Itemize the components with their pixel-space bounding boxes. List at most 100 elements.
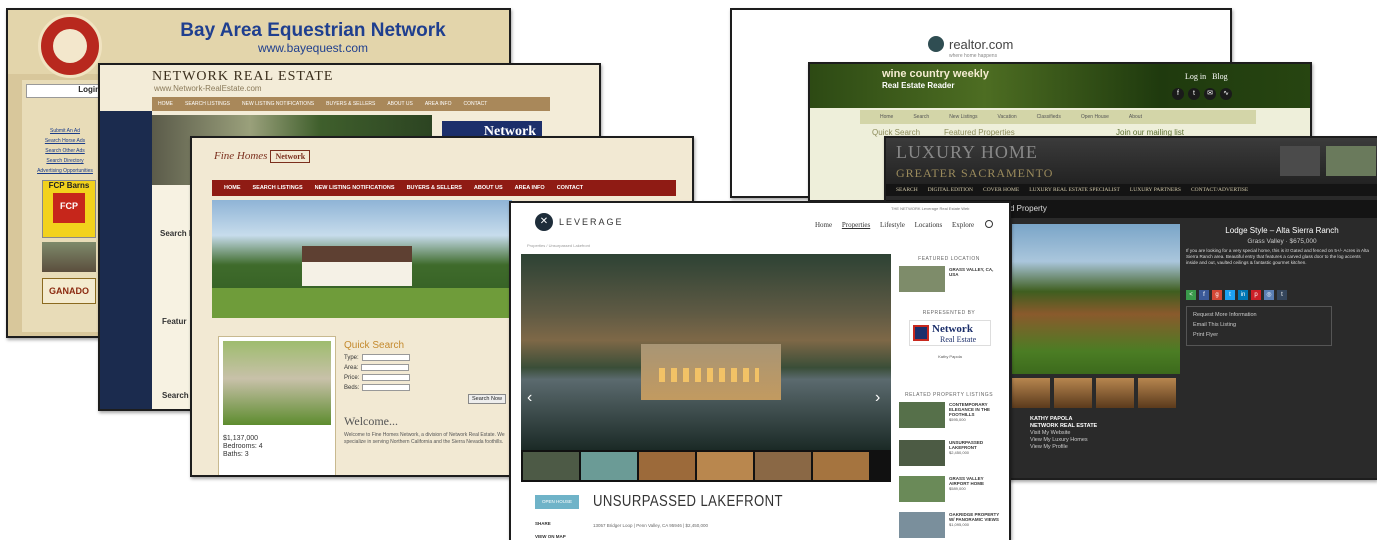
facebook-icon[interactable]: f xyxy=(1172,88,1184,100)
request-info-link[interactable]: Request More Information xyxy=(1193,310,1331,320)
chevron-right-icon[interactable]: › xyxy=(875,389,880,407)
thumbnail[interactable] xyxy=(1012,378,1050,408)
nav-item[interactable]: CONTACT xyxy=(545,180,583,191)
tumblr-icon[interactable]: t xyxy=(1277,290,1287,300)
thumbnail[interactable] xyxy=(639,452,695,480)
lodge-photo[interactable] xyxy=(1012,224,1180,374)
sidebar-link[interactable]: Advertising Opportunities xyxy=(28,168,102,174)
thumbnail[interactable] xyxy=(1096,378,1134,408)
related-thumb[interactable] xyxy=(899,512,945,538)
thumbnail[interactable] xyxy=(755,452,811,480)
login-button[interactable]: Login xyxy=(26,84,104,98)
nav-item[interactable]: Classifieds xyxy=(1017,110,1061,120)
sidebar-link[interactable]: Search Directory xyxy=(28,158,102,164)
thumbnail[interactable] xyxy=(523,452,579,480)
menu-item[interactable]: SEARCH xyxy=(886,184,918,193)
ad-fcp-barns[interactable]: FCP Barns FCP xyxy=(42,180,96,238)
agent-link[interactable]: View My Luxury Homes xyxy=(1030,437,1088,443)
featured-location-title[interactable]: GRASS VALLEY, CA, USA xyxy=(949,267,1003,277)
email-icon[interactable]: ✉ xyxy=(1204,88,1216,100)
ad-barn-image[interactable] xyxy=(42,242,96,272)
qs-type-select[interactable] xyxy=(361,354,410,361)
leverage-logo-icon[interactable]: ✕ xyxy=(535,213,553,231)
related-item[interactable]: UNSURPASSED LAKEFRONT $2,450,000 xyxy=(949,440,1003,455)
nav-lifestyle[interactable]: Lifestyle xyxy=(880,221,905,229)
print-flyer-link[interactable]: Print Flyer xyxy=(1193,330,1331,340)
nav-item[interactable]: ABOUT US xyxy=(462,180,503,191)
view-on-map-label[interactable]: VIEW ON MAP xyxy=(535,534,566,539)
related-item[interactable]: OAKRIDGE PROPERTY W/ PANORAMIC VIEWS $1,0… xyxy=(949,512,1003,527)
listing-card[interactable]: $1,137,000 Bedrooms: 4 Baths: 3 xyxy=(218,336,336,475)
nav-item[interactable]: AREA INFO xyxy=(503,180,545,191)
thumbnail[interactable] xyxy=(697,452,753,480)
qs-price-select[interactable] xyxy=(362,374,411,381)
agent-link[interactable]: View My Profile xyxy=(1030,444,1068,450)
email-listing-link[interactable]: Email This Listing xyxy=(1193,320,1331,330)
twitter-icon[interactable]: t xyxy=(1225,290,1235,300)
nav-item[interactable]: New Listings xyxy=(929,110,977,120)
rss-icon[interactable]: ∿ xyxy=(1220,88,1232,100)
nav-item[interactable]: NEW LISTING NOTIFICATIONS xyxy=(236,97,320,107)
login-link[interactable]: Log in xyxy=(1185,72,1206,81)
nav-item[interactable]: SEARCH LISTINGS xyxy=(241,180,303,191)
related-item[interactable]: GRASS VALLEY AIRPORT HOME $589,000 xyxy=(949,476,1003,491)
search-icon[interactable] xyxy=(985,220,993,228)
nav-item[interactable]: SEARCH LISTINGS xyxy=(179,97,236,107)
menu-item[interactable]: LUXURY REAL ESTATE SPECIALIST xyxy=(1019,184,1120,193)
nav-item[interactable]: HOME xyxy=(212,180,241,191)
pinterest-icon[interactable]: p xyxy=(1251,290,1261,300)
leverage-logo[interactable]: LEVERAGE xyxy=(559,217,624,227)
listing-photo[interactable] xyxy=(223,341,331,425)
twitter-icon[interactable]: t xyxy=(1188,88,1200,100)
agent-link[interactable]: Visit My Website xyxy=(1030,430,1070,436)
nav-item[interactable]: BUYERS & SELLERS xyxy=(395,180,462,191)
nav-item[interactable]: AREA INFO xyxy=(419,97,458,107)
menu-item[interactable]: LUXURY PARTNERS xyxy=(1120,184,1181,193)
nav-item[interactable]: Vacation xyxy=(978,110,1017,120)
sidebar-link[interactable]: Search Other Ads xyxy=(28,148,102,154)
realtor-logo[interactable]: realtor.com xyxy=(928,36,1013,52)
featured-location-image[interactable] xyxy=(899,266,945,292)
nav-explore[interactable]: Explore xyxy=(952,221,974,229)
instagram-icon[interactable]: ◎ xyxy=(1264,290,1274,300)
facebook-icon[interactable]: f xyxy=(1199,290,1209,300)
nav-item[interactable]: Search xyxy=(893,110,929,120)
related-item[interactable]: CONTEMPORARY ELEGANCE IN THE FOOTHILLS $5… xyxy=(949,402,1003,422)
chevron-left-icon[interactable]: ‹ xyxy=(527,389,532,407)
menu-item[interactable]: COVER HOME xyxy=(973,184,1019,193)
fine-homes-logo[interactable]: Fine Homes Network xyxy=(214,150,311,163)
qs-area-select[interactable] xyxy=(361,364,410,371)
sidebar-link[interactable]: Search Horse Ads xyxy=(28,138,102,144)
nav-item[interactable]: HOME xyxy=(152,97,179,107)
search-now-button[interactable]: Search Now xyxy=(468,394,506,404)
breadcrumb[interactable]: Properties / Unsurpassed Lakefront xyxy=(527,243,590,248)
share-icon[interactable]: < xyxy=(1186,290,1196,300)
linkedin-icon[interactable]: in xyxy=(1238,290,1248,300)
menu-item[interactable]: DIGITAL EDITION xyxy=(918,184,973,193)
nav-properties[interactable]: Properties xyxy=(842,221,870,229)
related-thumb[interactable] xyxy=(899,476,945,502)
site-url[interactable]: www.bayequest.com xyxy=(138,41,488,55)
thumbnail[interactable] xyxy=(1138,378,1176,408)
share-label[interactable]: SHARE xyxy=(535,521,551,526)
thumbnail[interactable] xyxy=(581,452,637,480)
nav-item[interactable]: Home xyxy=(860,110,893,120)
menu-item[interactable]: CONTACT/ADVERTISE xyxy=(1181,184,1248,193)
nav-locations[interactable]: Locations xyxy=(915,221,943,229)
ad-ganado[interactable]: GANADO xyxy=(42,278,96,304)
nav-home[interactable]: Home xyxy=(815,221,832,229)
related-thumb[interactable] xyxy=(899,402,945,428)
related-thumb[interactable] xyxy=(899,440,945,466)
qs-beds-select[interactable] xyxy=(362,384,411,391)
nav-item[interactable]: CONTACT xyxy=(458,97,494,107)
thumbnail[interactable] xyxy=(813,452,869,480)
thumbnail[interactable] xyxy=(1054,378,1092,408)
nav-item[interactable]: About xyxy=(1109,110,1142,120)
nav-item[interactable]: NEW LISTING NOTIFICATIONS xyxy=(303,180,395,191)
google-plus-icon[interactable]: g xyxy=(1212,290,1222,300)
sidebar-link[interactable]: Submit An Ad xyxy=(28,128,102,134)
network-logo[interactable]: Network Real Estate xyxy=(909,320,991,346)
nav-item[interactable]: ABOUT US xyxy=(381,97,418,107)
blog-link[interactable]: Blog xyxy=(1212,72,1228,81)
nav-item[interactable]: Open House xyxy=(1061,110,1109,120)
